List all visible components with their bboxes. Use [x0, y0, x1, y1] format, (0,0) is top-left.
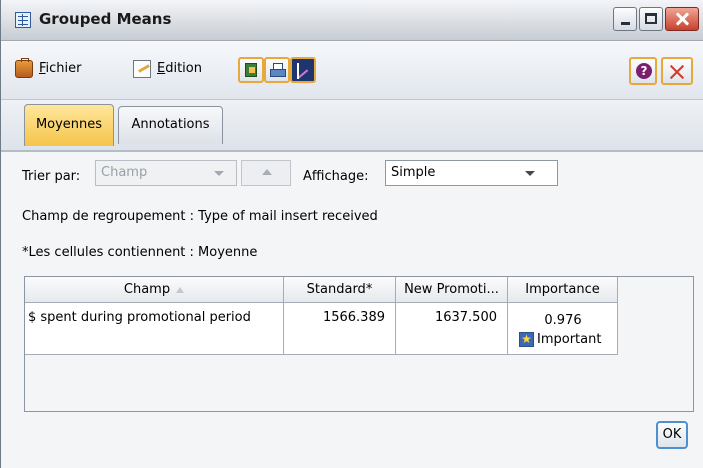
chevron-down-icon: [214, 171, 224, 176]
cell-content-text: *Les cellules contiennent : Moyenne: [22, 245, 258, 260]
importance-label: Important: [537, 332, 602, 347]
sort-direction-button[interactable]: [241, 160, 291, 186]
table-cell-champ[interactable]: $ spent during promotional period: [25, 303, 284, 355]
window-close-button[interactable]: [665, 7, 699, 31]
maximize-button[interactable]: [639, 7, 663, 31]
view-value: Simple: [391, 165, 436, 180]
chevron-down-icon: [525, 171, 535, 176]
star-icon: ★: [519, 332, 534, 347]
sort-by-select[interactable]: Champ: [95, 160, 237, 186]
grouped-means-app-icon: [15, 12, 31, 28]
window-title: Grouped Means: [39, 10, 172, 28]
file-menu-label: Fichier: [39, 61, 82, 76]
tab-moyennes[interactable]: Moyennes: [24, 104, 114, 146]
column-header-standard[interactable]: Standard*: [284, 277, 396, 303]
column-header-new-promotion[interactable]: New Promoti...: [396, 277, 508, 303]
toolbar: Fichier Edition: [1, 41, 703, 100]
view-select[interactable]: Simple: [385, 160, 558, 186]
sort-by-value: Champ: [101, 165, 148, 180]
column-header-importance[interactable]: Importance: [508, 277, 618, 303]
print-icon[interactable]: [264, 57, 290, 83]
edit-menu-label: Edition: [157, 61, 202, 76]
title-bar: Grouped Means: [1, 0, 703, 41]
briefcase-icon: [15, 58, 33, 78]
tab-annotations[interactable]: Annotations: [118, 106, 223, 144]
help-icon[interactable]: [629, 57, 657, 85]
tab-strip: Moyennes Annotations: [1, 100, 703, 152]
view-label: Affichage:: [303, 169, 369, 184]
sort-ascending-icon: [176, 286, 185, 293]
close-icon[interactable]: [661, 57, 693, 85]
grouping-field-text: Champ de regroupement : Type of mail ins…: [22, 209, 378, 224]
table-cell-standard[interactable]: 1566.389: [284, 303, 396, 355]
minimize-button[interactable]: [613, 7, 637, 31]
copy-table-icon[interactable]: [238, 57, 264, 83]
table-cell-importance[interactable]: 0.976 ★ Important: [508, 303, 618, 355]
means-panel: Trier par: Champ Affichage: Simple Champ…: [1, 152, 703, 468]
generate-chart-icon[interactable]: [290, 57, 316, 83]
ok-button[interactable]: OK: [656, 421, 688, 449]
column-header-champ[interactable]: Champ: [25, 277, 284, 303]
table-cell-new-promotion[interactable]: 1637.500: [396, 303, 508, 355]
means-table: Champ Standard* New Promoti... Importanc…: [24, 276, 694, 412]
grouped-means-window: Grouped Means Fichier Edition Moyennes A…: [0, 0, 703, 468]
importance-value: 0.976: [544, 313, 582, 328]
sort-by-label: Trier par:: [22, 169, 81, 184]
edit-pencil-icon: [133, 60, 151, 78]
